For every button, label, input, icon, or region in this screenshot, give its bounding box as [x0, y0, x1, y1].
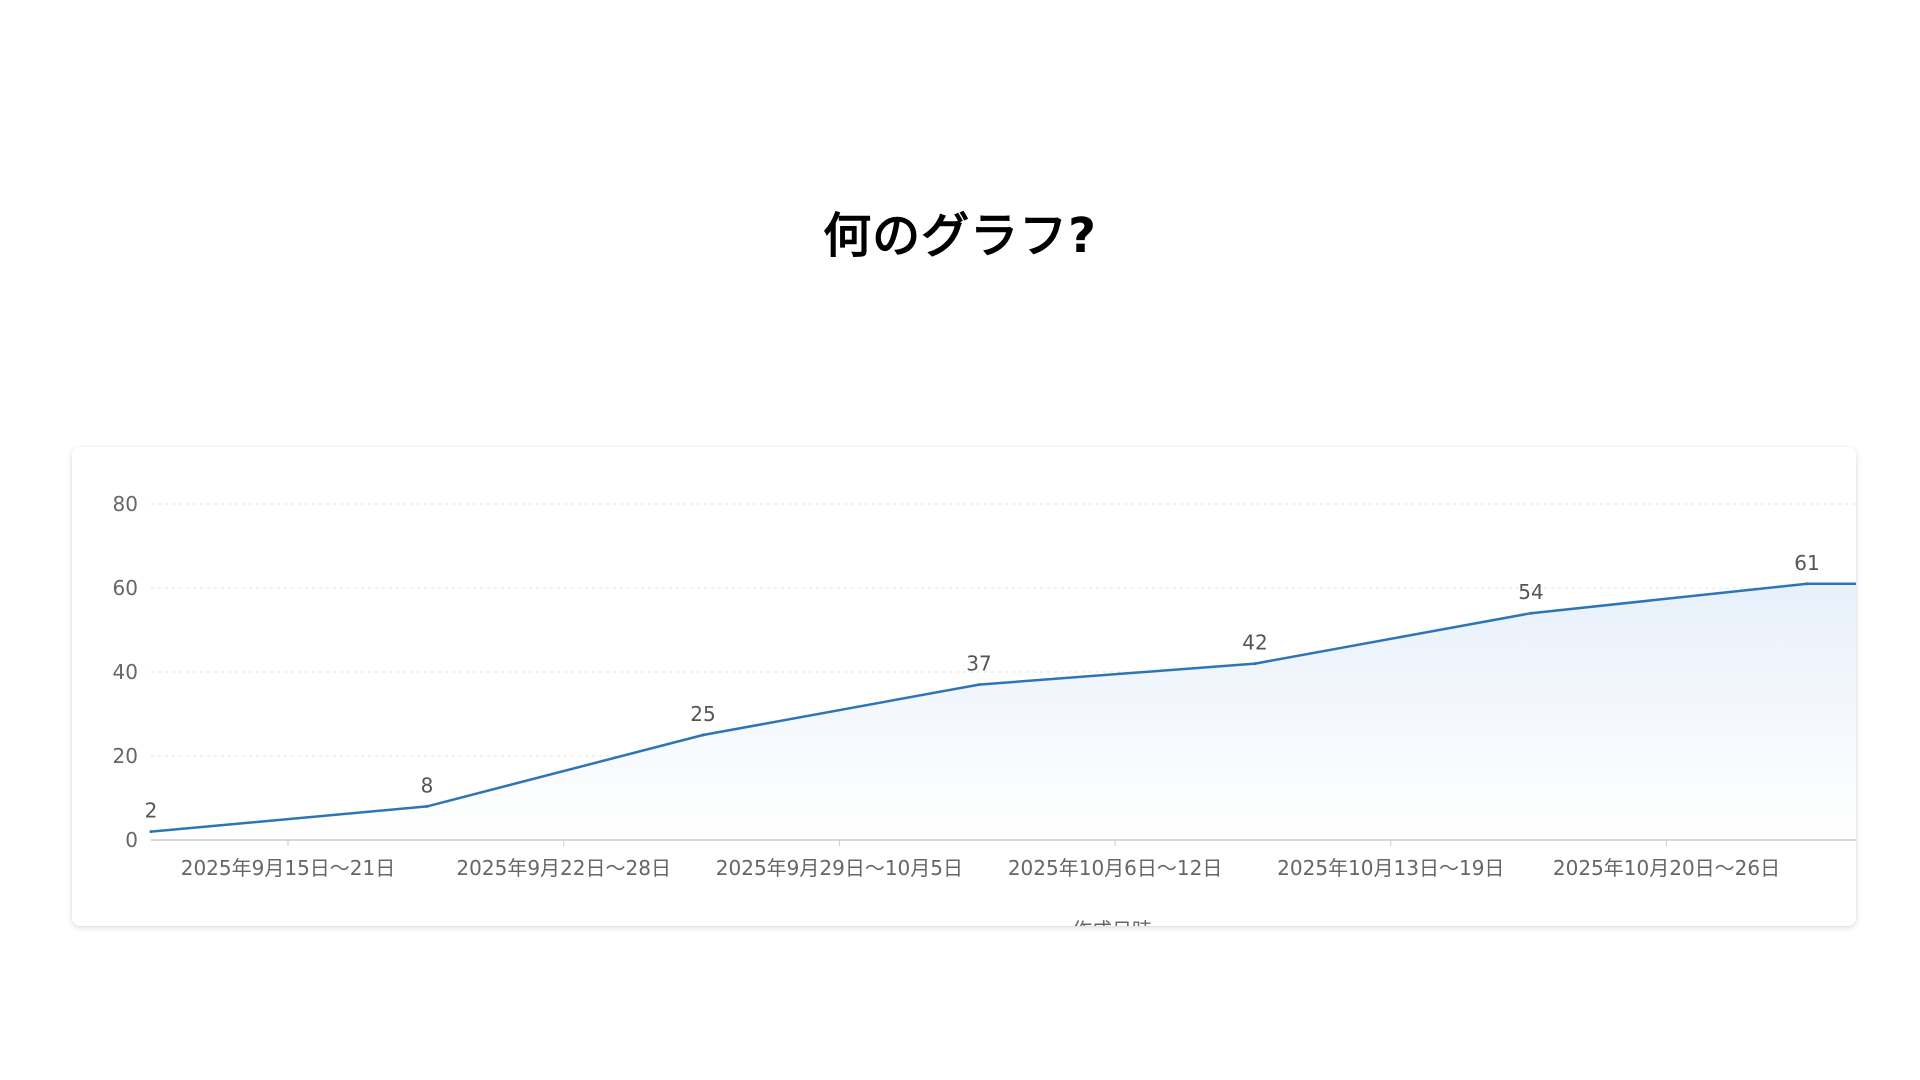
page: 何のグラフ? 0 20 40 60 80 2 8 25 37 42 54 61 2025年9月15日…	[0, 0, 1920, 1080]
y-tick-label: 20	[113, 744, 138, 768]
data-point	[1529, 611, 1533, 615]
y-tick-label: 40	[113, 660, 138, 684]
data-point	[149, 830, 153, 834]
y-tick-label: 80	[113, 492, 138, 516]
data-label: 25	[690, 702, 715, 726]
chart-card: 0 20 40 60 80 2 8 25 37 42 54 61 2025年9月15日〜21日 202…	[72, 447, 1856, 926]
data-point	[1253, 662, 1257, 666]
line-chart: 020406080 282537425461 2025年9月15日〜21日 202…	[113, 492, 1856, 926]
x-tick-label: 2025年9月22日〜28日	[456, 856, 671, 880]
x-tick-label: 2025年10月13日〜19日	[1277, 856, 1504, 880]
x-tick-label: 2025年9月29日〜10月5日	[716, 856, 963, 880]
data-point	[701, 733, 705, 737]
data-label: 42	[1242, 631, 1267, 655]
data-label: 2	[145, 799, 158, 823]
x-tick-label: 2025年9月15日〜21日	[181, 856, 396, 880]
data-label: 37	[966, 652, 991, 676]
data-point	[1805, 582, 1809, 586]
x-axis-title: 作成日時	[1072, 918, 1152, 926]
area-fill	[151, 583, 1856, 840]
y-tick-label: 60	[113, 576, 138, 600]
y-axis: 0 20 40 60 80	[113, 492, 138, 852]
data-point	[977, 683, 981, 687]
data-label: 8	[421, 773, 434, 797]
x-tick-label: 2025年10月20日〜26日	[1553, 856, 1780, 880]
data-label: 61	[1794, 551, 1819, 575]
x-axis: 2025年9月15日〜21日 2025年9月22日〜28日 2025年9月29日〜1…	[151, 839, 1856, 880]
data-label: 54	[1518, 580, 1543, 604]
y-tick-label: 0	[125, 828, 138, 852]
data-point	[425, 804, 429, 808]
area-path	[151, 583, 1856, 840]
page-title: 何のグラフ?	[823, 208, 1097, 264]
x-tick-label: 2025年10月6日〜12日	[1008, 856, 1223, 880]
